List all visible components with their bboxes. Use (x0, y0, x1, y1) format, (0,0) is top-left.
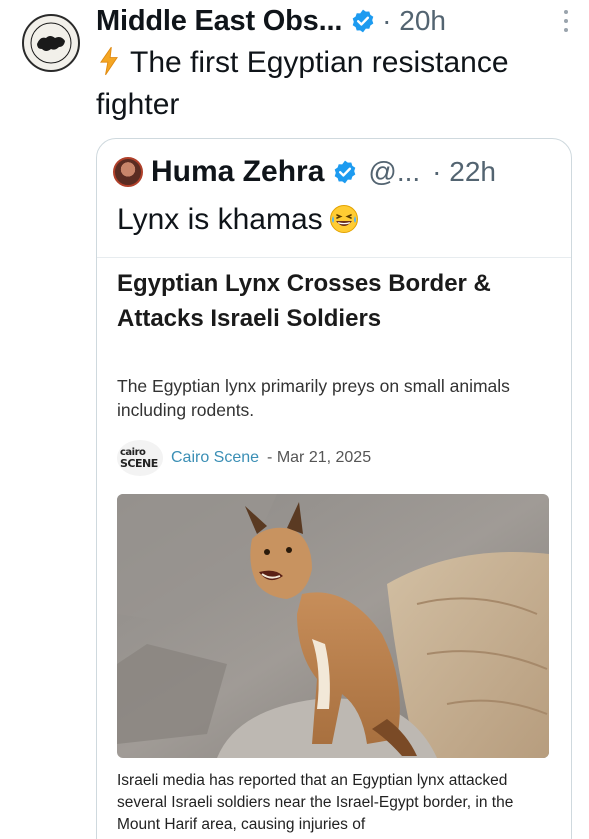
quoted-author-avatar[interactable] (113, 157, 143, 187)
quoted-author-name[interactable]: Huma Zehra (151, 155, 324, 189)
post-text: The first Egyptian resistance fighter (96, 42, 566, 126)
lightning-icon (100, 46, 118, 76)
cairo-scene-logo: cairo SCENE (117, 440, 163, 476)
article-source: cairo SCENE Cairo Scene - Mar 21, 2025 (117, 440, 371, 476)
source-logo-line2: SCENE (120, 457, 158, 470)
verified-badge-icon (332, 159, 358, 185)
article-date: - Mar 21, 2025 (267, 449, 372, 466)
article-title: Egyptian Lynx Crosses Border & Attacks I… (117, 270, 491, 332)
quoted-post-header: Huma Zehra @... · 22h (113, 153, 563, 191)
article-image[interactable]: Egyptian Lynx Crosses Border & Attacks I… (97, 257, 571, 839)
middle-east-observer-logo (25, 17, 77, 69)
post-time[interactable]: · 20h (382, 5, 446, 37)
article-caption: Israeli media has reported that an Egypt… (117, 772, 514, 833)
quoted-post-text: Lynx is khamas (117, 203, 359, 237)
author-avatar[interactable] (22, 14, 80, 72)
post-header: Middle East Obs... · 20h (96, 2, 576, 40)
laughing-emoji-icon (329, 205, 358, 233)
source-name: Cairo Scene (171, 449, 260, 466)
author-name[interactable]: Middle East Obs... (96, 5, 342, 38)
quoted-post[interactable]: Huma Zehra @... · 22h Lynx is khamas Egy… (96, 138, 572, 839)
quoted-author-handle[interactable]: @... (368, 156, 420, 188)
verified-badge-icon (350, 8, 376, 34)
quoted-post-text-content: Lynx is khamas (117, 203, 323, 236)
more-icon[interactable] (561, 10, 571, 32)
quoted-post-time[interactable]: · 22h (432, 156, 496, 188)
lynx-photo (117, 494, 549, 758)
post-text-content: The first Egyptian resistance fighter (96, 46, 509, 121)
article-subtitle: The Egyptian lynx primarily preys on sma… (117, 376, 510, 420)
